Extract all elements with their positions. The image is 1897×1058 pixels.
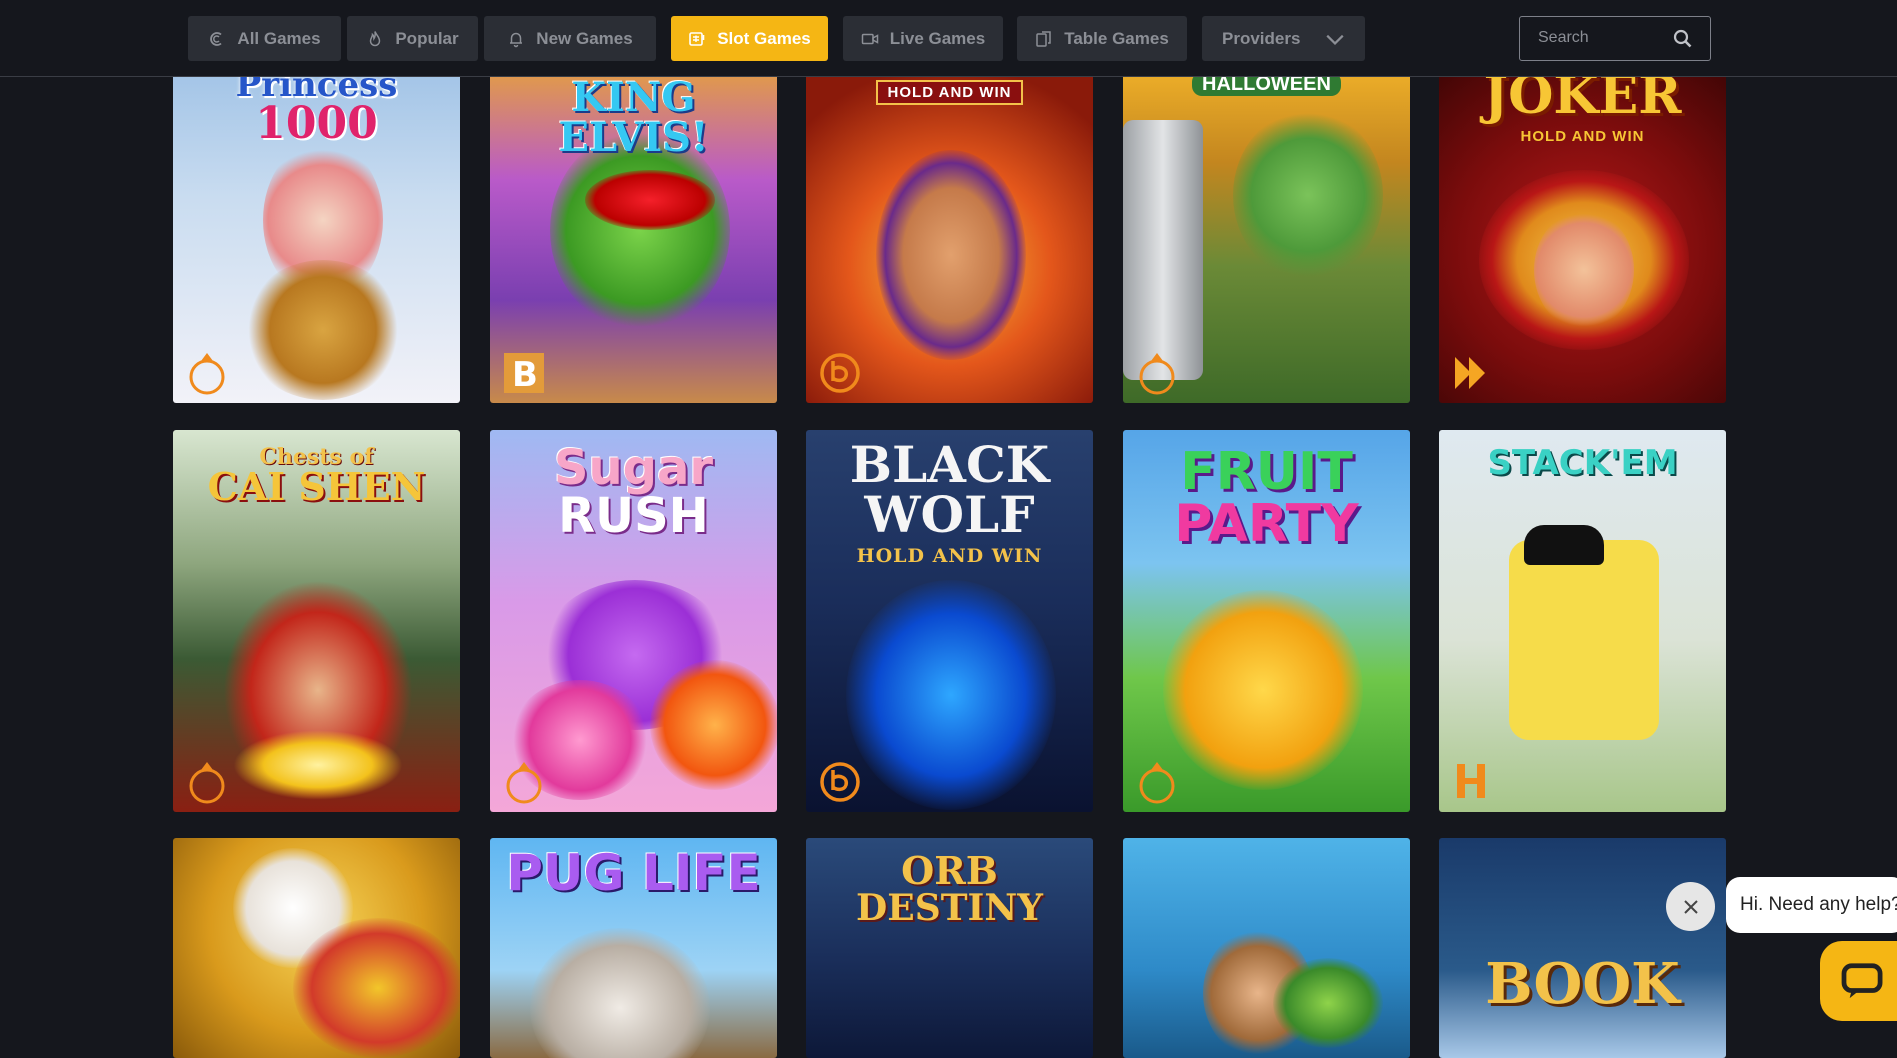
game-subtitle: HOLD AND WIN: [1520, 128, 1645, 145]
game-title-line1: Sugar: [553, 440, 714, 496]
tab-label: Slot Games: [717, 28, 811, 48]
hacksaw-icon: [1457, 764, 1485, 798]
slot-machine-icon: [689, 31, 705, 46]
svg-text:B: B: [512, 355, 538, 395]
game-subtitle: HOLD AND WIN: [856, 545, 1043, 567]
chevron-down-icon: [1326, 34, 1344, 45]
game-card[interactable]: Sugar RUSH: [490, 430, 777, 812]
live-camera-icon: [861, 33, 879, 44]
pragmatic-play-icon: [506, 762, 542, 804]
pragmatic-play-icon: [189, 762, 225, 804]
booongo-icon: [820, 762, 860, 802]
game-subtitle: HOLD AND WIN: [875, 80, 1024, 105]
search-icon[interactable]: [1673, 29, 1692, 48]
casino-chip-icon: [210, 31, 223, 46]
game-card[interactable]: HALLOWEEN: [1123, 60, 1410, 403]
chat-icon: [1841, 963, 1883, 999]
game-title: BOOK: [1485, 951, 1680, 1017]
game-card[interactable]: JOKER HOLD AND WIN: [1439, 60, 1726, 403]
game-title: JOKER: [1483, 65, 1682, 126]
top-navigation-bar: All Games Popular New Games Slot Games L…: [0, 0, 1897, 77]
game-title: PUG LIFE: [506, 844, 761, 902]
game-title: STACK'EM: [1487, 443, 1678, 483]
game-title-line2: 1000: [255, 98, 378, 149]
game-title-line1: FRUIT: [1180, 442, 1353, 502]
pragmatic-play-icon: [1139, 762, 1175, 804]
cards-icon: [1036, 30, 1051, 47]
game-title-line2: DESTINY: [856, 887, 1043, 929]
game-card[interactable]: STACK'EM: [1439, 430, 1726, 812]
playson-icon: [1455, 357, 1485, 389]
tab-label: New Games: [536, 28, 633, 48]
game-title-line2: RUSH: [558, 488, 709, 544]
booming-games-icon: B: [504, 353, 544, 395]
game-card[interactable]: PUG LIFE: [490, 838, 777, 1058]
tab-all-games[interactable]: All Games: [188, 16, 341, 61]
pragmatic-play-icon: [1139, 353, 1175, 395]
pragmatic-play-icon: [189, 353, 225, 395]
game-title-line1: BLACK: [849, 435, 1050, 494]
tab-slot-games[interactable]: Slot Games: [671, 16, 828, 61]
close-icon: [1683, 899, 1698, 914]
game-title-line2: CAI SHEN: [207, 464, 426, 509]
tab-popular[interactable]: Popular: [347, 16, 478, 61]
game-title-line2: WOLF: [864, 485, 1035, 544]
flame-icon: [370, 30, 381, 46]
game-title-line1: ORB: [901, 848, 998, 893]
chat-greeting-bubble[interactable]: Hi. Need any help?: [1726, 877, 1897, 933]
game-card[interactable]: Princess 1000: [173, 60, 460, 403]
tab-new-games[interactable]: New Games: [484, 16, 656, 61]
search-box: [1519, 16, 1711, 61]
game-card[interactable]: BLACK WOLF HOLD AND WIN: [806, 430, 1093, 812]
chat-greeting-text: Hi. Need any help?: [1740, 894, 1897, 915]
game-card[interactable]: KING ELVIS! B: [490, 60, 777, 403]
game-card[interactable]: [173, 838, 460, 1058]
game-card[interactable]: BOOK: [1439, 838, 1726, 1058]
tab-live-games[interactable]: Live Games: [843, 16, 1003, 61]
tab-label: Live Games: [889, 28, 986, 48]
game-card[interactable]: ORB DESTINY: [806, 838, 1093, 1058]
game-card[interactable]: [1123, 838, 1410, 1058]
chat-launcher-button[interactable]: [1820, 941, 1897, 1021]
tab-table-games[interactable]: Table Games: [1017, 16, 1187, 61]
bell-icon: [510, 32, 523, 47]
booongo-icon: [820, 353, 860, 393]
search-input[interactable]: [1520, 17, 1670, 59]
tab-label: Table Games: [1064, 28, 1169, 48]
providers-dropdown[interactable]: Providers: [1202, 16, 1365, 61]
chat-dismiss-button[interactable]: [1666, 882, 1715, 931]
providers-label: Providers: [1222, 28, 1301, 48]
game-card[interactable]: FRUIT PARTY: [1123, 430, 1410, 812]
tab-label: All Games: [237, 28, 321, 48]
game-title: KING ELVIS!: [558, 74, 709, 161]
tab-label: Popular: [395, 28, 459, 48]
game-card[interactable]: Chests of CAI SHEN: [173, 430, 460, 812]
game-title-line2: PARTY: [1174, 494, 1359, 554]
game-card[interactable]: HOLD AND WIN: [806, 60, 1093, 403]
